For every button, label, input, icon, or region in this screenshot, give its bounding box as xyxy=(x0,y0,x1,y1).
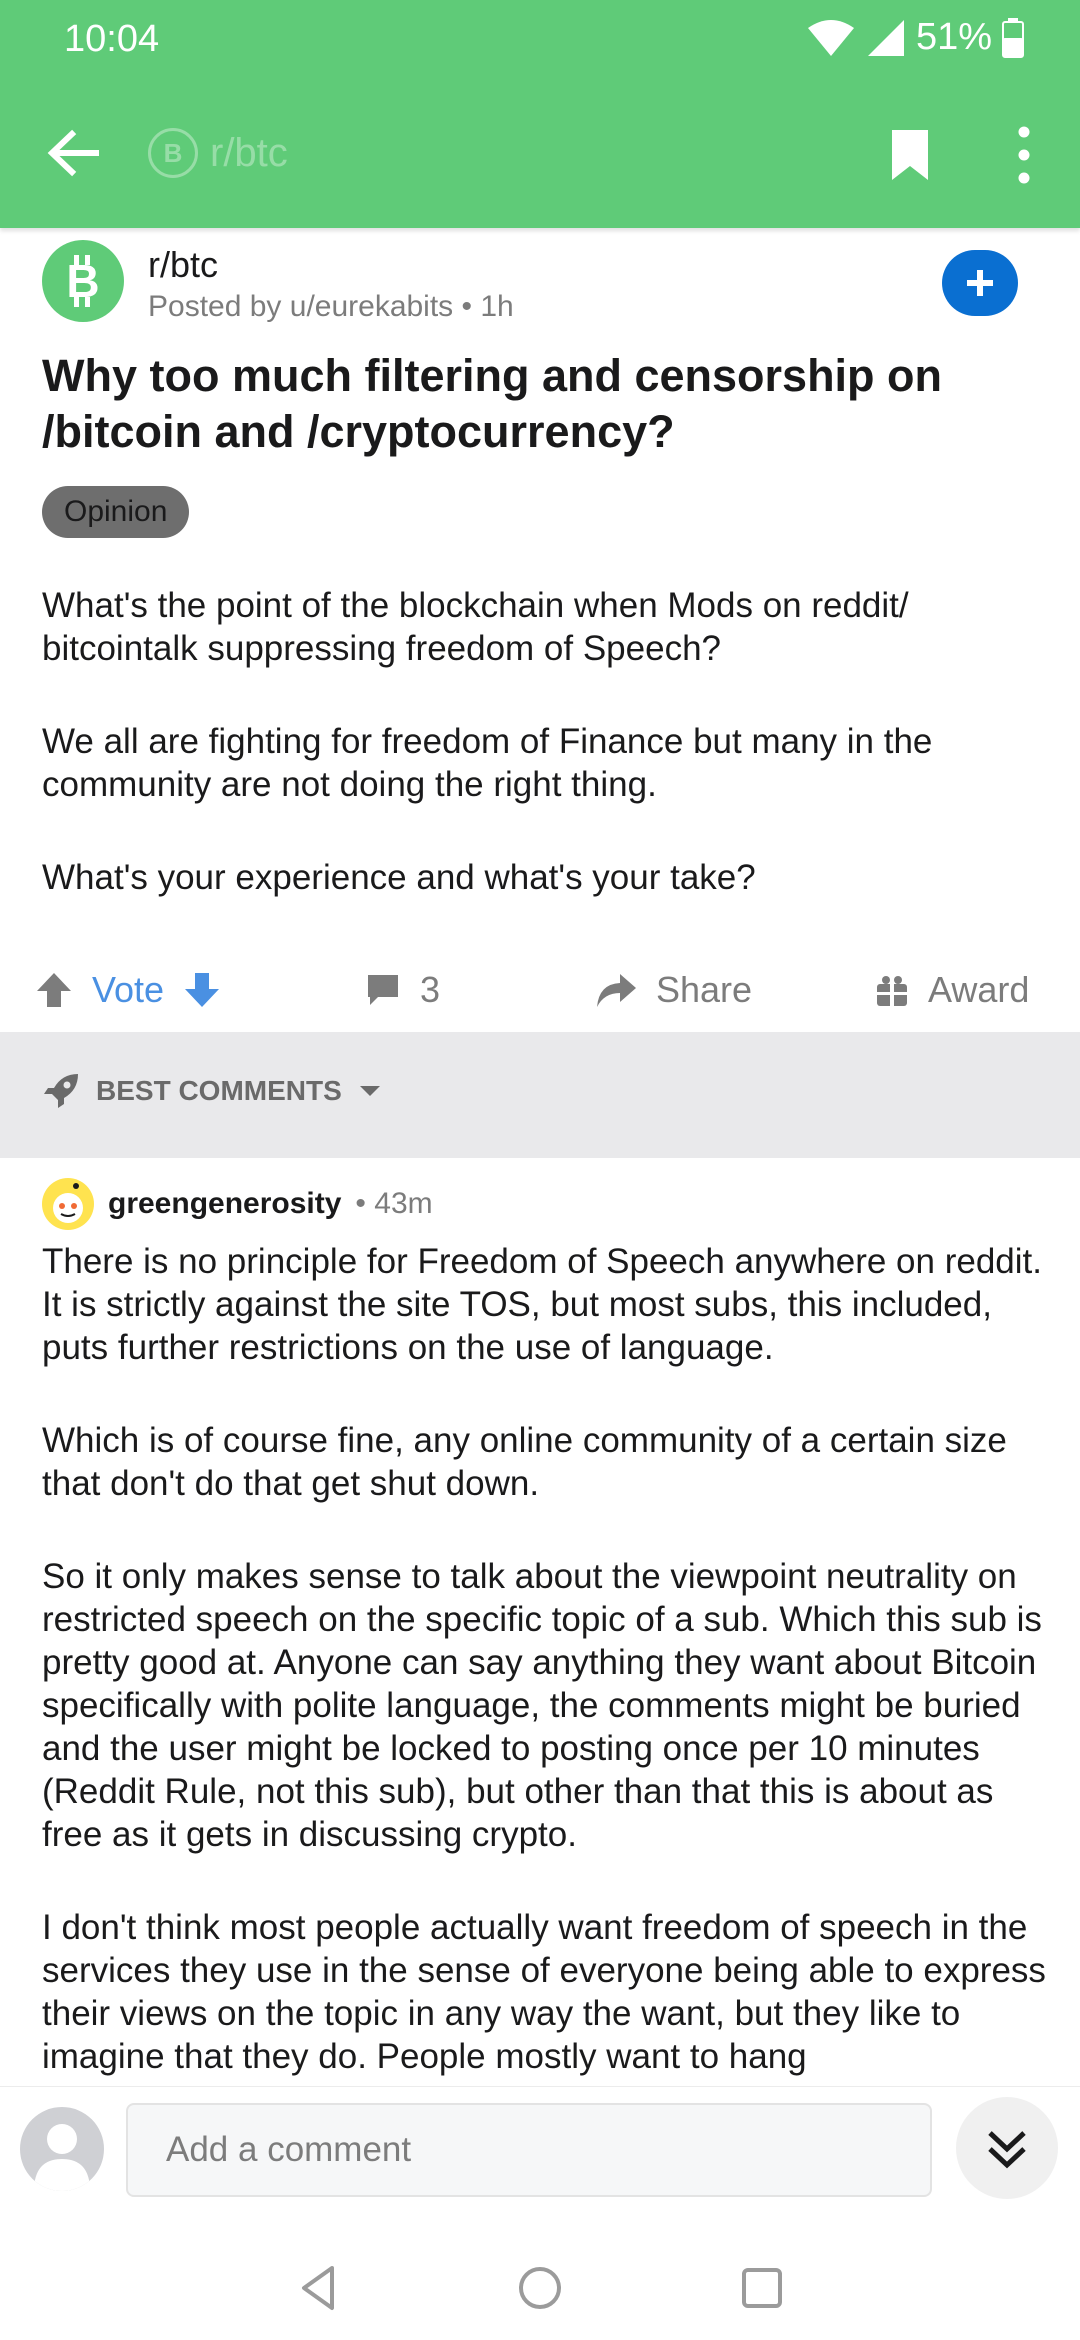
comment-composer xyxy=(0,2086,1080,2236)
rocket-icon xyxy=(44,1074,78,1108)
more-vert-icon[interactable] xyxy=(996,120,1052,190)
comment-paragraph: So it only makes sense to talk about the… xyxy=(42,1557,1042,1854)
vote-label: Vote xyxy=(92,969,165,1010)
commenter-avatar[interactable] xyxy=(42,1178,94,1230)
wifi-icon xyxy=(807,19,854,56)
comment-paragraph: There is no principle for Freedom of Spe… xyxy=(42,1242,1042,1367)
comment-paragraph: Which is of course fine, any online comm… xyxy=(42,1421,1007,1503)
double-chevron-down-icon xyxy=(988,2131,1026,2169)
top-bar: 10:04 51% B r/btc xyxy=(0,0,1080,228)
svg-text:B: B xyxy=(66,255,99,307)
battery-icon xyxy=(1002,17,1024,58)
comment-paragraph: I don't think most people actually want … xyxy=(42,1908,1046,2076)
bitcoin-icon: B xyxy=(66,255,100,307)
award-button[interactable]: Award xyxy=(874,950,1029,1030)
app-bar: B r/btc xyxy=(0,100,1080,210)
app-bar-subreddit-label: r/btc xyxy=(210,130,288,175)
share-button[interactable]: Share xyxy=(594,950,752,1030)
award-icon xyxy=(877,976,907,1006)
nav-back-icon[interactable] xyxy=(290,2258,350,2318)
commenter-name[interactable]: greengenerosity xyxy=(108,1187,341,1221)
chevron-down-icon xyxy=(359,1086,380,1096)
comment-sort-bar: BEST COMMENTS xyxy=(0,1032,1080,1158)
upvote-icon[interactable] xyxy=(34,970,74,1010)
downvote-icon[interactable] xyxy=(182,970,222,1010)
sort-label: BEST COMMENTS xyxy=(96,1075,342,1106)
bitcoin-icon: B xyxy=(148,128,198,178)
post-body: What's the point of the blockchain when … xyxy=(42,584,1052,949)
user-avatar-icon[interactable] xyxy=(20,2107,104,2191)
join-button[interactable] xyxy=(942,250,1018,316)
post-paragraph: What's your experience and what's your t… xyxy=(42,858,756,897)
comment-author-row: greengenerosity • 43m xyxy=(42,1178,433,1230)
jump-to-next-button[interactable] xyxy=(956,2097,1058,2199)
award-label: Award xyxy=(928,969,1030,1010)
post-header: B r/btc Posted by u/eurekabits • 1h xyxy=(42,240,1042,330)
system-nav-bar xyxy=(0,2236,1080,2340)
nav-home-icon[interactable] xyxy=(510,2258,570,2318)
subreddit-name[interactable]: r/btc xyxy=(148,244,218,286)
post-meta[interactable]: Posted by u/eurekabits • 1h xyxy=(148,290,514,324)
subreddit-avatar[interactable]: B xyxy=(42,240,124,322)
add-comment-input[interactable] xyxy=(126,2103,932,2197)
signal-icon xyxy=(867,19,904,56)
post-paragraph: We all are fighting for freedom of Finan… xyxy=(42,722,933,804)
share-icon xyxy=(597,974,636,1007)
nav-recents-icon[interactable] xyxy=(732,2258,792,2318)
vote-control: Vote xyxy=(34,950,222,1030)
plus-icon xyxy=(967,270,993,296)
app-bar-subreddit: B r/btc xyxy=(148,128,288,178)
back-arrow-icon[interactable] xyxy=(40,120,106,186)
post-actions: Vote 3 Share Award xyxy=(0,950,1080,1030)
comment-sort-dropdown[interactable]: BEST COMMENTS xyxy=(42,1072,382,1110)
comment-icon xyxy=(368,975,398,1005)
snoo-avatar-icon xyxy=(53,1183,83,1223)
post-title[interactable]: Why too much filtering and censorship on… xyxy=(42,348,1042,460)
post-paragraph: What's the point of the blockchain when … xyxy=(42,586,909,668)
comments-button[interactable]: 3 xyxy=(364,950,440,1030)
post-flair[interactable]: Opinion xyxy=(42,486,190,538)
bookmark-icon[interactable] xyxy=(880,124,940,184)
battery-percent: 51% xyxy=(915,16,992,58)
comment-body: There is no principle for Freedom of Spe… xyxy=(42,1240,1062,2085)
comment-time: • 43m xyxy=(355,1187,433,1220)
user-silhouette-icon xyxy=(34,2124,90,2191)
status-bar: 10:04 51% xyxy=(0,0,1080,80)
status-time: 10:04 xyxy=(64,18,160,60)
status-right: 51% xyxy=(806,16,1024,59)
share-label: Share xyxy=(656,969,753,1010)
comment-count: 3 xyxy=(420,969,441,1010)
